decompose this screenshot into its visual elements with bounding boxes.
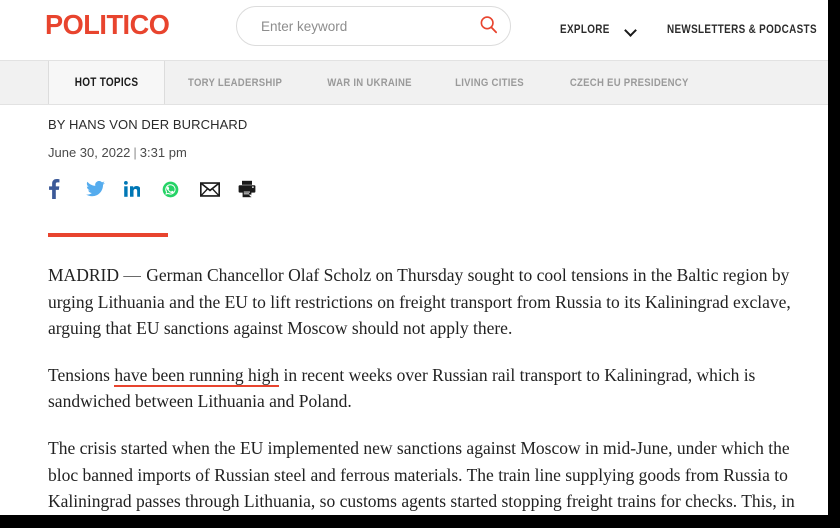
hot-topic-tory-leadership[interactable]: TORY LEADERSHIP <box>174 77 296 89</box>
nav-item-newsletters-podcasts[interactable]: NEWSLETTERS & PODCASTS <box>667 24 828 36</box>
search-icon <box>479 15 498 37</box>
paragraph-1: MADRID — German Chancellor Olaf Scholz o… <box>48 262 810 342</box>
whatsapp-icon[interactable] <box>162 179 184 199</box>
hot-topics-list: TORY LEADERSHIP WAR IN UKRAINE LIVING CI… <box>165 61 714 104</box>
facebook-icon[interactable] <box>48 179 70 199</box>
article-body: BY HANS VON DER BURCHARD June 30, 2022 | 3… <box>0 117 828 515</box>
primary-nav: EXPLORE NEWSLETTERS & PODCASTS <box>560 0 828 60</box>
hot-topic-war-in-ukraine[interactable]: WAR IN UKRAINE <box>314 77 426 89</box>
article-date: June 30, 2022 <box>48 145 131 160</box>
nav-item-explore[interactable]: EXPLORE <box>560 24 637 36</box>
article-time: 3:31 pm <box>139 145 187 160</box>
paragraph-2: Tensions have been running high in recen… <box>48 362 810 415</box>
inline-link-running-high[interactable]: have been running high <box>114 364 280 387</box>
hot-topics-label-text: HOT TOPICS <box>74 76 139 89</box>
search-input[interactable] <box>237 18 466 34</box>
article-text: MADRID — German Chancellor Olaf Scholz o… <box>48 262 810 515</box>
article-dateline: June 30, 2022 | 3:31 pm <box>48 145 828 160</box>
chevron-down-icon <box>626 25 637 36</box>
dateline-dash: — <box>123 265 142 285</box>
site-header: POLITICO EXPLORE NEWSLETTERS & PODCASTS <box>0 0 828 60</box>
paragraph-2-before: Tensions <box>48 364 115 385</box>
dateline-city: MADRID <box>48 265 119 285</box>
window-right-edge <box>828 0 840 528</box>
politico-logo[interactable]: POLITICO <box>45 11 170 39</box>
print-icon[interactable] <box>238 179 260 199</box>
hot-topic-living-cities[interactable]: LIVING CITIES <box>442 77 539 89</box>
article-byline[interactable]: BY HANS VON DER BURCHARD <box>48 117 828 132</box>
window-bottom-edge <box>0 515 840 528</box>
hot-topic-czech-eu-presidency[interactable]: CZECH EU PRESIDENCY <box>556 77 703 89</box>
paragraph-3: The crisis started when the EU implement… <box>48 437 795 512</box>
linkedin-icon[interactable] <box>124 179 146 199</box>
twitter-icon[interactable] <box>86 179 108 199</box>
hot-topics-label: HOT TOPICS <box>48 61 166 104</box>
nav-item-newsletters-podcasts-label: NEWSLETTERS & PODCASTS <box>666 24 817 36</box>
hot-topics-bar: HOT TOPICS TORY LEADERSHIP WAR IN UKRAIN… <box>0 60 828 105</box>
dateline-separator: | <box>133 145 137 160</box>
share-toolbar <box>48 178 828 200</box>
search-box[interactable] <box>236 6 511 46</box>
page-container: POLITICO EXPLORE NEWSLETTERS & PODCASTS <box>0 0 828 515</box>
email-icon[interactable] <box>200 179 222 199</box>
paragraph-1-text: German Chancellor Olaf Scholz on Thursda… <box>48 265 791 339</box>
section-rule <box>48 233 168 237</box>
nav-item-explore-label: EXPLORE <box>560 24 610 36</box>
search-submit-button[interactable] <box>466 7 510 45</box>
